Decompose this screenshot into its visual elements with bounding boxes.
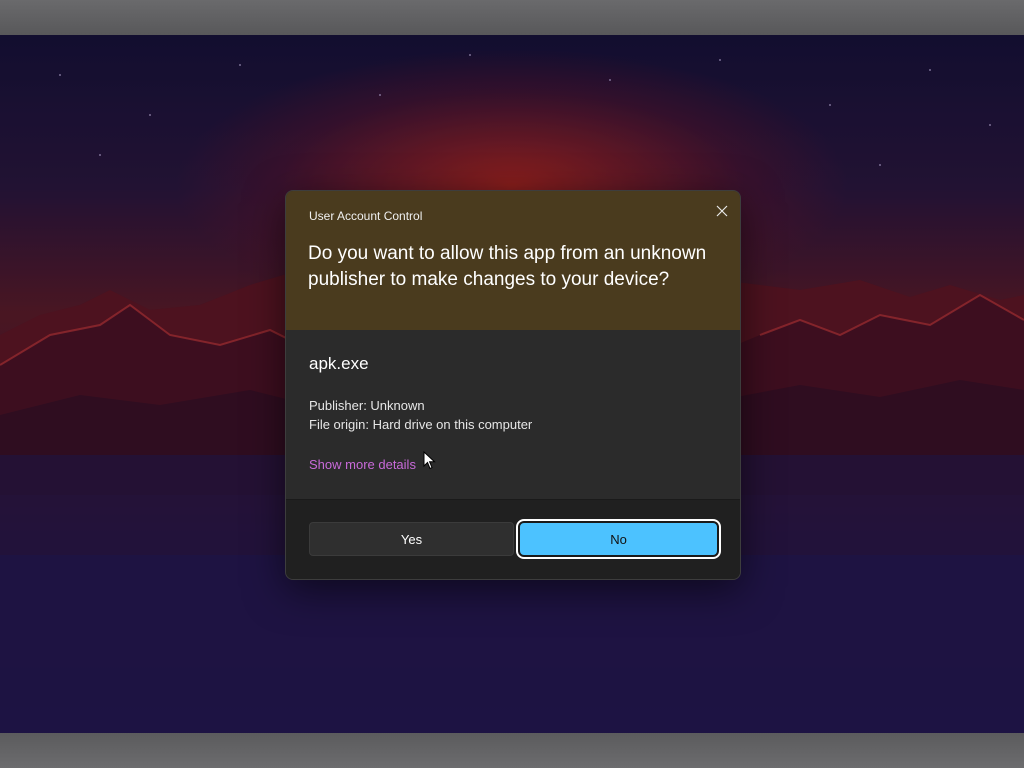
publisher-text: Publisher: Unknown xyxy=(309,398,425,413)
app-info: Publisher: Unknown File origin: Hard dri… xyxy=(309,396,532,434)
dialog-footer: Yes No xyxy=(286,499,740,579)
close-button[interactable] xyxy=(708,197,736,225)
show-more-details-link[interactable]: Show more details xyxy=(309,457,416,472)
no-button[interactable]: No xyxy=(520,523,717,555)
dialog-header: User Account Control Do you want to allo… xyxy=(286,191,740,330)
dialog-title: User Account Control xyxy=(309,209,423,223)
file-origin-text: File origin: Hard drive on this computer xyxy=(309,417,533,432)
mouse-cursor-icon xyxy=(423,451,436,470)
top-bar xyxy=(0,0,1024,35)
uac-dialog: User Account Control Do you want to allo… xyxy=(285,190,741,580)
dialog-question: Do you want to allow this app from an un… xyxy=(308,243,707,290)
yes-button[interactable]: Yes xyxy=(309,522,514,556)
bottom-bar xyxy=(0,733,1024,768)
app-name: apk.exe xyxy=(309,354,369,373)
close-icon xyxy=(716,205,728,217)
